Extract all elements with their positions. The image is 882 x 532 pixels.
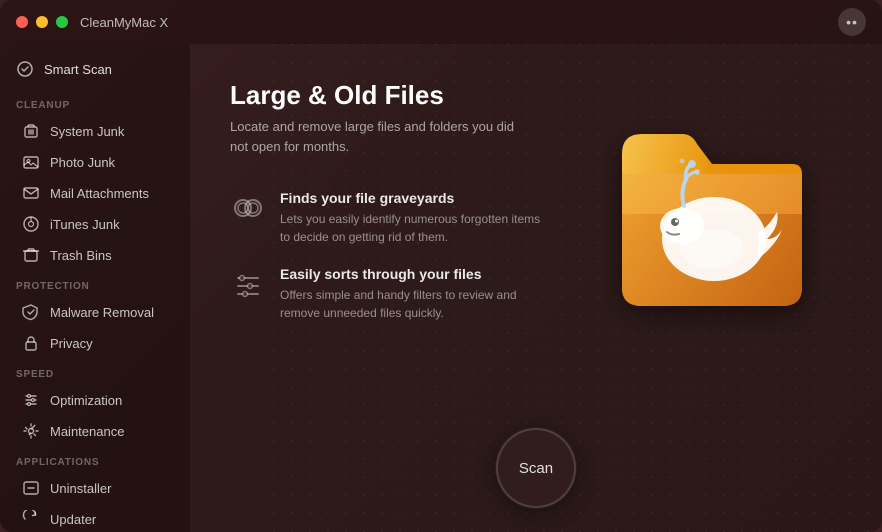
sidebar-item-label: Malware Removal: [50, 305, 154, 320]
sidebar-item-malware-removal[interactable]: Malware Removal: [6, 297, 184, 327]
maximize-button[interactable]: [56, 16, 68, 28]
sidebar-item-photo-junk[interactable]: Photo Junk: [6, 147, 184, 177]
smart-scan-label: Smart Scan: [44, 62, 112, 77]
sidebar-item-label: Optimization: [50, 393, 122, 408]
smart-scan-icon: [16, 60, 34, 78]
sidebar-item-label: Updater: [50, 512, 96, 527]
sidebar-item-label: Uninstaller: [50, 481, 111, 496]
feature-text-graveyards: Finds your file graveyards Lets you easi…: [280, 190, 550, 246]
sidebar-item-itunes-junk[interactable]: iTunes Junk: [6, 209, 184, 239]
sidebar-item-label: Trash Bins: [50, 248, 112, 263]
sidebar: Smart Scan Cleanup System Junk: [0, 44, 190, 532]
uninstaller-icon: [22, 479, 40, 497]
mail-icon: [22, 184, 40, 202]
sidebar-item-label: System Junk: [50, 124, 124, 139]
sidebar-item-system-junk[interactable]: System Junk: [6, 116, 184, 146]
optimization-icon: [22, 391, 40, 409]
feature-title: Finds your file graveyards: [280, 190, 550, 206]
app-window: CleanMyMac X •• Smart Scan Cleanup: [0, 0, 882, 532]
privacy-icon: [22, 334, 40, 352]
scan-button-container: Scan: [496, 428, 576, 508]
sidebar-item-privacy[interactable]: Privacy: [6, 328, 184, 358]
photo-junk-icon: [22, 153, 40, 171]
sidebar-item-smart-scan[interactable]: Smart Scan: [0, 52, 190, 86]
main-layout: Smart Scan Cleanup System Junk: [0, 44, 882, 532]
feature-text-sort: Easily sorts through your files Offers s…: [280, 266, 550, 322]
sidebar-item-label: Maintenance: [50, 424, 124, 439]
scan-button[interactable]: Scan: [496, 428, 576, 508]
section-label-applications: Applications: [0, 447, 190, 472]
titlebar: CleanMyMac X ••: [0, 0, 882, 44]
feature-title: Easily sorts through your files: [280, 266, 550, 282]
section-label-cleanup: Cleanup: [0, 90, 190, 115]
close-button[interactable]: [16, 16, 28, 28]
updater-icon: [22, 510, 40, 528]
trash-icon: [22, 246, 40, 264]
feature-desc: Offers simple and handy filters to revie…: [280, 286, 550, 322]
system-junk-icon: [22, 122, 40, 140]
section-label-speed: Speed: [0, 359, 190, 384]
sidebar-item-updater[interactable]: Updater: [6, 504, 184, 532]
avatar-icon: ••: [846, 14, 858, 30]
sidebar-item-label: Mail Attachments: [50, 186, 149, 201]
window-controls: [16, 16, 68, 28]
sidebar-item-label: Privacy: [50, 336, 93, 351]
sidebar-item-label: iTunes Junk: [50, 217, 120, 232]
sidebar-item-label: Photo Junk: [50, 155, 115, 170]
graveyard-icon: [230, 192, 266, 228]
sidebar-item-mail-attachments[interactable]: Mail Attachments: [6, 178, 184, 208]
sidebar-item-trash-bins[interactable]: Trash Bins: [6, 240, 184, 270]
app-title: CleanMyMac X: [80, 15, 168, 30]
sidebar-item-uninstaller[interactable]: Uninstaller: [6, 473, 184, 503]
itunes-icon: [22, 215, 40, 233]
content-area: Large & Old Files Locate and remove larg…: [190, 44, 882, 532]
sort-icon: [230, 268, 266, 304]
sidebar-item-maintenance[interactable]: Maintenance: [6, 416, 184, 446]
minimize-button[interactable]: [36, 16, 48, 28]
feature-desc: Lets you easily identify numerous forgot…: [280, 210, 550, 246]
malware-icon: [22, 303, 40, 321]
folder-illustration: [572, 64, 852, 344]
sidebar-item-optimization[interactable]: Optimization: [6, 385, 184, 415]
section-label-protection: Protection: [0, 271, 190, 296]
page-subtitle: Locate and remove large files and folder…: [230, 117, 530, 156]
avatar-button[interactable]: ••: [838, 8, 866, 36]
maintenance-icon: [22, 422, 40, 440]
